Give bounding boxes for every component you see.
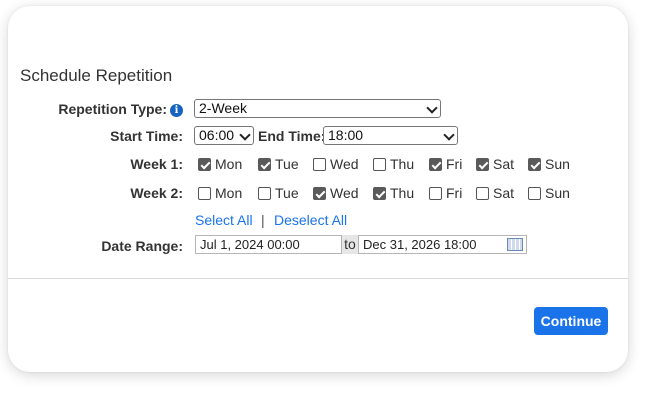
chevron-down-icon: [239, 129, 251, 141]
checkbox-box[interactable]: [258, 187, 271, 200]
checkbox-box[interactable]: [528, 187, 541, 200]
week2-fri-checkbox[interactable]: Fri: [429, 185, 462, 201]
repetition-type-select[interactable]: 2-Week: [194, 99, 441, 118]
week2-sat-checkbox[interactable]: Sat: [476, 185, 514, 201]
date-range-end-input[interactable]: Dec 31, 2026 18:00: [358, 235, 527, 254]
checkbox-box[interactable]: [429, 158, 442, 171]
checkbox-box[interactable]: [313, 187, 326, 200]
date-range-label: Date Range:: [101, 238, 183, 254]
week2-wed-checkbox[interactable]: Wed: [313, 185, 359, 201]
day-label: Mon: [215, 185, 243, 201]
week1-tue-checkbox[interactable]: Tue: [258, 156, 299, 172]
checkbox-box[interactable]: [198, 158, 211, 171]
week2-tue-checkbox[interactable]: Tue: [258, 185, 299, 201]
week1-fri-checkbox[interactable]: Fri: [429, 156, 462, 172]
footer-divider: [8, 278, 628, 279]
schedule-repetition-dialog: Schedule Repetition Repetition Type: i 2-…: [8, 6, 628, 372]
checkbox-box[interactable]: [476, 187, 489, 200]
date-range-start-input[interactable]: Jul 1, 2024 00:00: [195, 235, 342, 254]
start-time-select[interactable]: 06:00: [194, 126, 254, 145]
continue-button[interactable]: Continue: [534, 307, 608, 335]
week2-thu-checkbox[interactable]: Thu: [373, 185, 414, 201]
week1-thu-checkbox[interactable]: Thu: [373, 156, 414, 172]
day-label: Sat: [493, 156, 515, 172]
day-label: Tue: [275, 185, 299, 201]
start-time-label: Start Time:: [110, 128, 183, 144]
week2-sun-checkbox[interactable]: Sun: [528, 185, 570, 201]
week1-mon-checkbox[interactable]: Mon: [198, 156, 242, 172]
chevron-down-icon: [426, 102, 438, 114]
day-label: Wed: [330, 156, 359, 172]
checkbox-box[interactable]: [373, 187, 386, 200]
day-label: Mon: [215, 156, 243, 172]
date-range-to-label: to: [342, 235, 358, 254]
repetition-type-label: Repetition Type: i: [58, 101, 183, 117]
checkbox-box[interactable]: [476, 158, 489, 171]
day-label: Fri: [446, 185, 463, 201]
end-time-select[interactable]: 18:00: [323, 126, 458, 145]
day-label: Sun: [545, 185, 570, 201]
week1-wed-checkbox[interactable]: Wed: [313, 156, 359, 172]
checkbox-box[interactable]: [373, 158, 386, 171]
day-label: Thu: [390, 156, 415, 172]
week1-label: Week 1:: [130, 156, 183, 172]
deselect-all-link[interactable]: Deselect All: [274, 212, 347, 228]
chevron-down-icon: [443, 129, 455, 141]
day-label: Wed: [330, 185, 359, 201]
day-label: Tue: [275, 156, 299, 172]
checkbox-box[interactable]: [198, 187, 211, 200]
day-label: Sun: [545, 156, 570, 172]
checkbox-box[interactable]: [528, 158, 541, 171]
checkbox-box[interactable]: [429, 187, 442, 200]
checkbox-box[interactable]: [258, 158, 271, 171]
calendar-icon[interactable]: [507, 238, 523, 251]
day-label: Sat: [493, 185, 515, 201]
dialog-title: Schedule Repetition: [20, 66, 173, 85]
week2-label: Week 2:: [130, 185, 183, 201]
week1-sun-checkbox[interactable]: Sun: [528, 156, 570, 172]
day-label: Thu: [390, 185, 415, 201]
checkbox-box[interactable]: [313, 158, 326, 171]
info-icon[interactable]: i: [170, 104, 183, 117]
week1-sat-checkbox[interactable]: Sat: [476, 156, 514, 172]
week2-mon-checkbox[interactable]: Mon: [198, 185, 242, 201]
link-separator: |: [261, 212, 265, 228]
select-all-link[interactable]: Select All: [195, 212, 253, 228]
day-label: Fri: [446, 156, 463, 172]
end-time-label: End Time:: [258, 128, 326, 144]
